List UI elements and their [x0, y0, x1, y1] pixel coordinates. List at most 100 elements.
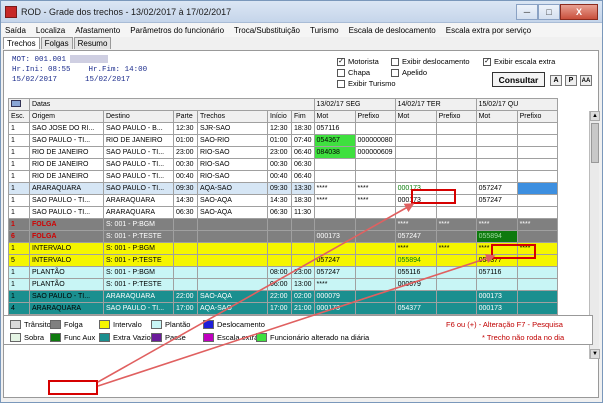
grid-cell-d3p[interactable]	[516, 266, 558, 279]
grid-cell-trechos[interactable]	[197, 218, 268, 231]
grid-cell-parte[interactable]	[173, 254, 198, 267]
grid-cell-d3m[interactable]	[475, 122, 518, 135]
exibir-escala-extra-checkbox[interactable]: ✓	[483, 57, 491, 66]
grid-cell-destino[interactable]: SAO PAULO - TI...	[103, 146, 174, 159]
grid-cell-inicio[interactable]: 01:00	[267, 134, 292, 147]
grid-cell-fim[interactable]: 18:30	[291, 194, 315, 207]
grid-cell-d3p[interactable]: ****	[516, 218, 558, 231]
grid-cell-d2m[interactable]: 000079	[394, 278, 437, 291]
grid-cell-d3p[interactable]	[516, 182, 558, 195]
grid-cell-trechos[interactable]: SAO-RIO	[197, 134, 268, 147]
consultar-button[interactable]: Consultar	[492, 72, 545, 87]
grid-cell-d1p[interactable]	[354, 254, 396, 267]
grid-cell-esc[interactable]: 1	[8, 218, 30, 231]
grid-cell-d2p[interactable]	[435, 290, 477, 303]
grid-cell-trechos[interactable]	[197, 242, 268, 255]
grid-cell-d3p[interactable]	[516, 290, 558, 303]
grid-cell-destino[interactable]: SAO PAULO - TI...	[103, 158, 174, 171]
grid-cell-d1m[interactable]: ****	[313, 182, 356, 195]
tab-folgas[interactable]: Folgas	[40, 37, 73, 49]
grid-cell-d1p[interactable]: 000000080	[354, 134, 396, 147]
grid-cell-fim[interactable]: 02:00	[291, 290, 315, 303]
grid-cell-destino[interactable]: ARARAQUARA	[103, 194, 174, 207]
grid-cell-d1p[interactable]	[354, 218, 396, 231]
grid-cell-parte[interactable]: 09:30	[173, 182, 198, 195]
grid-cell-d1p[interactable]	[354, 206, 396, 219]
grid-row[interactable]: 1 INTERVALO S: 001 - P:BGM **** **** **** ****	[8, 242, 558, 255]
grid-cell-parte[interactable]: 23:00	[173, 146, 198, 159]
grid-cell-d3m[interactable]	[475, 278, 518, 291]
grid-cell-d2p[interactable]	[435, 134, 477, 147]
grid-cell-esc[interactable]: 4	[8, 302, 30, 315]
grid-cell-esc[interactable]: 1	[8, 134, 30, 147]
grid-cell-d2p[interactable]	[435, 230, 477, 243]
grid-cell-esc[interactable]: 1	[8, 158, 30, 171]
grid-cell-d1m[interactable]	[313, 206, 356, 219]
grid-cell-origem[interactable]: RIO DE JANEIRO	[29, 158, 104, 171]
grid-cell-parte[interactable]	[173, 278, 198, 291]
grid-cell-d3p[interactable]	[516, 206, 558, 219]
grid-cell-d2m[interactable]	[394, 134, 437, 147]
grid-cell-d1p[interactable]	[354, 278, 396, 291]
grid-cell-fim[interactable]: 06:30	[291, 158, 315, 171]
grid-cell-d1p[interactable]: ****	[354, 194, 396, 207]
grid-cell-d3m[interactable]: 057116	[475, 266, 518, 279]
option-apelido[interactable]: Apelido	[391, 67, 427, 78]
grid-cell-parte[interactable]: 12:30	[173, 122, 198, 135]
grid-cell-trechos[interactable]: SJR-SAO	[197, 122, 268, 135]
grid-cell-d1m[interactable]	[313, 218, 356, 231]
grid-cell-d1p[interactable]	[354, 230, 396, 243]
grid-cell-trechos[interactable]: AQA-SAO	[197, 302, 268, 315]
grid-cell-d2p[interactable]	[435, 146, 477, 159]
grid-cell-origem[interactable]: SAO PAULO - TI...	[29, 206, 104, 219]
grid-cell-d2m[interactable]	[394, 170, 437, 183]
column-header[interactable]: Fim	[291, 110, 315, 123]
grid-cell-d1m[interactable]: 084038	[313, 146, 356, 159]
font-size-icon[interactable]: AA	[580, 75, 592, 86]
grid-cell-origem[interactable]: SAO JOSE DO RI...	[29, 122, 104, 135]
grid-cell-parte[interactable]: 17:00	[173, 302, 198, 315]
grid-row[interactable]: 1 SAO PAULO - TI... RIO DE JANEIRO 01:00 SAO…	[8, 134, 558, 147]
grid-cell-d3m[interactable]: 057247	[475, 194, 518, 207]
grid-cell-d1p[interactable]	[354, 158, 396, 171]
grid-cell-trechos[interactable]: RIO-SAO	[197, 158, 268, 171]
grid-cell-destino[interactable]: S: 001 - P:BGM	[103, 266, 174, 279]
grid-cell-fim[interactable]: 07:40	[291, 134, 315, 147]
apelido-checkbox[interactable]	[391, 68, 399, 77]
grid-cell-inicio[interactable]: 09:30	[267, 182, 292, 195]
grid-cell-d1m[interactable]	[313, 242, 356, 255]
grid-cell-parte[interactable]	[173, 266, 198, 279]
grid-cell-fim[interactable]	[291, 218, 315, 231]
font-a-icon[interactable]: A	[550, 75, 562, 86]
grid-cell-destino[interactable]: SAO PAULO - TI...	[103, 170, 174, 183]
grid-cell-fim[interactable]	[291, 242, 315, 255]
grid-cell-d3m[interactable]: 055894	[475, 230, 518, 243]
grid-cell-trechos[interactable]: SAO-AQA	[197, 206, 268, 219]
scroll-down-icon[interactable]: ▼	[590, 349, 600, 359]
grid-cell-d2m[interactable]: 054377	[394, 302, 437, 315]
grid-cell-origem[interactable]: RIO DE JANEIRO	[29, 170, 104, 183]
grid-cell-d2m[interactable]	[394, 122, 437, 135]
grid-cell-origem[interactable]: PLANTÃO	[29, 266, 104, 279]
grid-row[interactable]: 1 SAO PAULO - TI... ARARAQUARA 06:30 SAO-AQA…	[8, 206, 558, 219]
column-header[interactable]: Mot	[394, 110, 437, 123]
grid-cell-d2m[interactable]	[394, 158, 437, 171]
grid-cell-d1m[interactable]: 057247	[313, 266, 356, 279]
print-p-icon[interactable]: P	[565, 75, 577, 86]
option-exibir-deslocamento[interactable]: Exibir deslocamento	[391, 56, 483, 67]
grid-cell-d2m[interactable]	[394, 290, 437, 303]
grid-cell-d2m[interactable]: 055894	[394, 254, 437, 267]
grid-cell-d2m[interactable]: ****	[394, 218, 437, 231]
grid-cell-inicio[interactable]: 12:30	[267, 122, 292, 135]
grid-cell-parte[interactable]	[173, 230, 198, 243]
maximize-button[interactable]: □	[538, 3, 560, 20]
chapa-checkbox[interactable]	[337, 68, 345, 77]
grid-row[interactable]: 1 ARARAQUARA SAO PAULO - TI... 09:30 AQA-SAO…	[8, 182, 558, 195]
grid-cell-d1m[interactable]: 000173	[313, 302, 356, 315]
grid-cell-d3p[interactable]	[516, 230, 558, 243]
grid-cell-esc[interactable]: 6	[8, 230, 30, 243]
grid-cell-d1m[interactable]: 000173	[313, 230, 356, 243]
grid-cell-fim[interactable]: 11:30	[291, 206, 315, 219]
grid-row[interactable]: 1 PLANTÃO S: 001 - P:BGM 08:00 23:00 057247 05…	[8, 266, 558, 279]
grid-cell-d2m[interactable]: ****	[394, 242, 437, 255]
